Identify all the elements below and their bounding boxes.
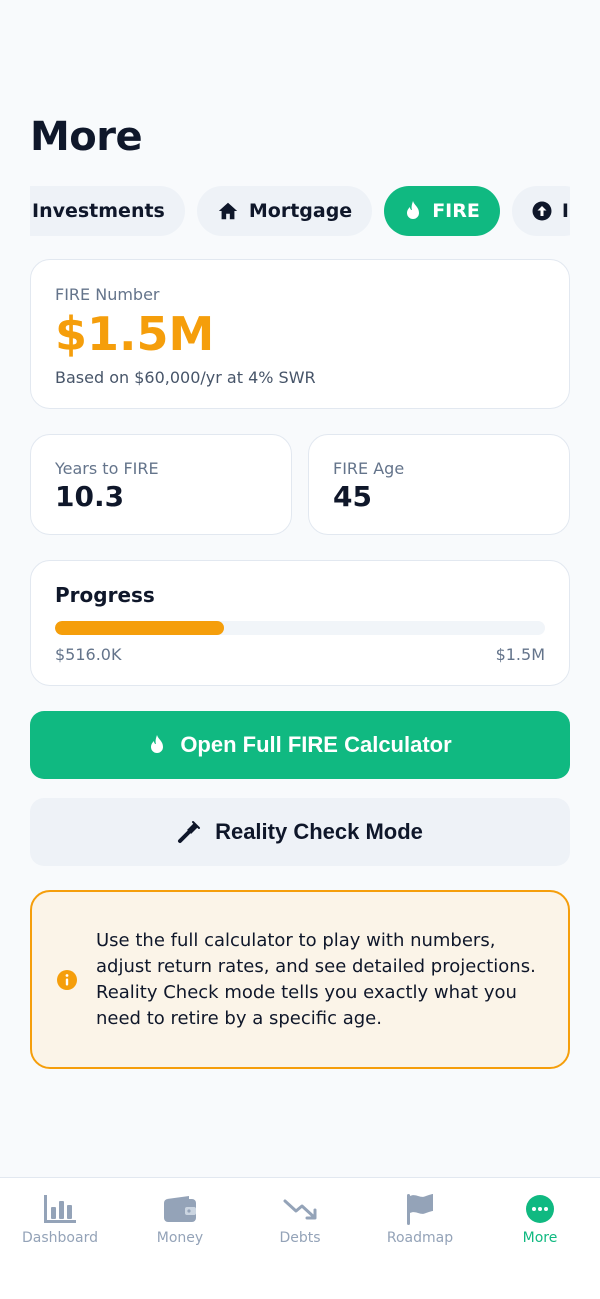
- tab-investments[interactable]: Investments: [30, 186, 185, 236]
- bar-chart-icon: [43, 1192, 77, 1226]
- more-dots-icon: [525, 1192, 555, 1226]
- flashlight-icon: [177, 820, 201, 844]
- tab-income[interactable]: I: [511, 186, 570, 236]
- fire-number-subtitle: Based on $60,000/yr at 4% SWR: [55, 368, 316, 387]
- nav-roadmap[interactable]: Roadmap: [360, 1178, 480, 1299]
- page-title: More: [30, 114, 143, 160]
- fire-number-label: FIRE Number: [55, 285, 160, 304]
- years-to-fire-card: Years to FIRE 10.3: [30, 434, 292, 535]
- tab-label: Investments: [32, 200, 165, 222]
- open-fire-calculator-label: Open Full FIRE Calculator: [180, 732, 452, 757]
- nav-dashboard[interactable]: Dashboard: [0, 1178, 120, 1299]
- nav-label: Money: [156, 1230, 204, 1246]
- flame-icon: [404, 200, 422, 222]
- tab-bar: Investments Mortgage FIRE I: [30, 186, 570, 236]
- reality-check-button[interactable]: Reality Check Mode: [30, 798, 570, 866]
- flag-icon: [405, 1192, 435, 1226]
- tab-label: I: [561, 200, 569, 222]
- nav-debts[interactable]: Debts: [240, 1178, 360, 1299]
- nav-label: Roadmap: [386, 1230, 454, 1246]
- years-to-fire-value: 10.3: [55, 480, 125, 513]
- flame-icon: [148, 733, 166, 757]
- tab-fire[interactable]: FIRE: [384, 186, 500, 236]
- bottom-nav: Dashboard Money Debts Roadmap More: [0, 1177, 600, 1299]
- home-icon: [217, 200, 239, 222]
- info-text: Use the full calculator to play with num…: [96, 929, 536, 1029]
- reality-check-label: Reality Check Mode: [215, 819, 423, 844]
- fire-number-card: FIRE Number $1.5M Based on $60,000/yr at…: [30, 259, 570, 409]
- tab-mortgage[interactable]: Mortgage: [196, 186, 373, 236]
- trend-down-icon: [283, 1192, 317, 1226]
- tab-label: Mortgage: [248, 200, 353, 222]
- nav-money[interactable]: Money: [120, 1178, 240, 1299]
- open-fire-calculator-button[interactable]: Open Full FIRE Calculator: [30, 711, 570, 779]
- fire-age-value: 45: [333, 480, 372, 513]
- nav-label: More: [522, 1230, 558, 1246]
- progress-bar-fill: [55, 621, 224, 635]
- info-card: Use the full calculator to play with num…: [30, 890, 570, 1069]
- fire-age-label: FIRE Age: [333, 459, 405, 478]
- fire-number-value: $1.5M: [55, 307, 215, 361]
- progress-bar: [55, 621, 545, 635]
- progress-title: Progress: [55, 583, 155, 607]
- wallet-icon: [163, 1192, 197, 1226]
- progress-card: Progress $516.0K $1.5M: [30, 560, 570, 686]
- progress-current: $516.0K: [55, 645, 122, 664]
- progress-target: $1.5M: [495, 645, 545, 664]
- years-to-fire-label: Years to FIRE: [55, 459, 159, 478]
- info-icon: [56, 969, 78, 991]
- fire-age-card: FIRE Age 45: [308, 434, 570, 535]
- nav-more[interactable]: More: [480, 1178, 600, 1299]
- nav-label: Dashboard: [22, 1230, 98, 1246]
- nav-label: Debts: [279, 1230, 321, 1246]
- arrow-up-circle-icon: [532, 201, 552, 221]
- tab-label: FIRE: [432, 200, 480, 222]
